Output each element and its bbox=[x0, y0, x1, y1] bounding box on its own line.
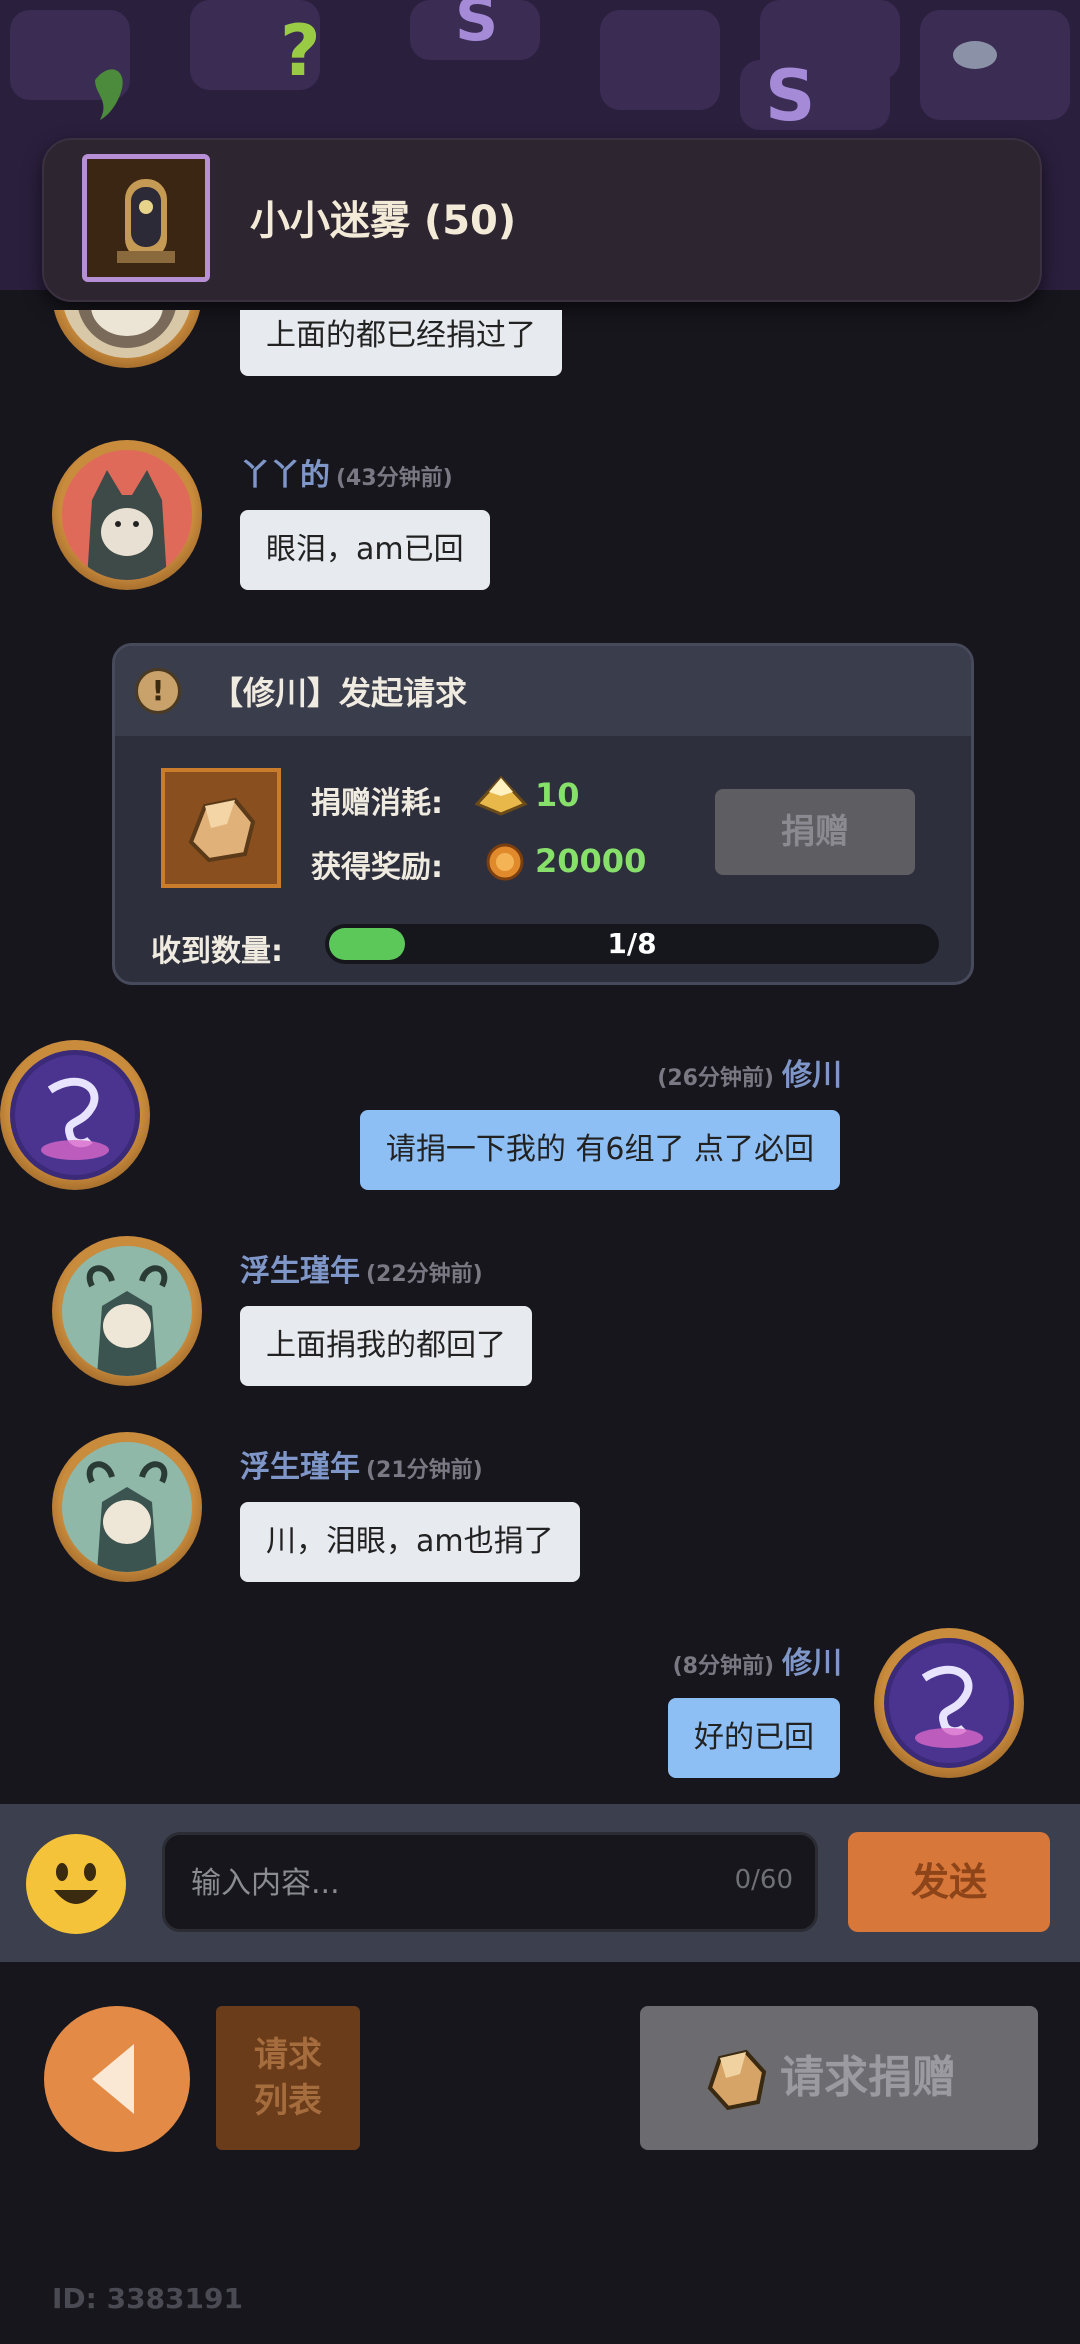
cost-label: 捐赠消耗: bbox=[311, 786, 443, 821]
request-list-button[interactable]: 请求列表 bbox=[216, 2006, 360, 2150]
donation-request-card: ! 【修川】发起请求 捐赠消耗: 10 获得奖励: 20000 捐赠 收到数量:… bbox=[112, 643, 974, 985]
user-avatar[interactable] bbox=[874, 1628, 1024, 1778]
char-count: 0/60 bbox=[734, 1865, 793, 1895]
guild-header: 小小迷雾 (50) bbox=[42, 138, 1042, 302]
guild-emblem-icon[interactable] bbox=[82, 154, 210, 282]
user-avatar[interactable] bbox=[0, 1040, 150, 1190]
received-progress-bar: 1/8 bbox=[325, 924, 939, 964]
back-arrow-icon bbox=[92, 2044, 134, 2114]
user-avatar[interactable] bbox=[52, 1432, 202, 1582]
message-bubble: 眼泪，am已回 bbox=[240, 510, 490, 590]
coin-icon bbox=[486, 843, 524, 881]
message-bubble: 上面的都已经捐过了 bbox=[240, 310, 562, 376]
cost-value: 10 bbox=[535, 776, 580, 814]
sender-line: 丫丫的 (43分钟前) bbox=[240, 450, 453, 494]
ore-icon bbox=[707, 2049, 767, 2111]
message-time: (26分钟前) bbox=[657, 1066, 774, 1091]
user-avatar[interactable] bbox=[52, 440, 202, 590]
send-button[interactable]: 发送 bbox=[848, 1832, 1050, 1932]
reward-value: 20000 bbox=[535, 842, 647, 880]
message-time: (8分钟前) bbox=[672, 1654, 774, 1679]
sender-name[interactable]: 浮生瑾年 bbox=[240, 1254, 360, 1289]
svg-text:?: ? bbox=[280, 10, 321, 92]
donate-button[interactable]: 捐赠 bbox=[715, 789, 915, 875]
message-bubble: 好的已回 bbox=[668, 1698, 840, 1778]
sender-line: 浮生瑾年 (21分钟前) bbox=[240, 1442, 483, 1486]
ore-item-icon bbox=[161, 768, 281, 888]
sender-line: (8分钟前) 修川 bbox=[667, 1638, 842, 1682]
svg-text:S: S bbox=[455, 0, 498, 55]
sender-line: (26分钟前) 修川 bbox=[651, 1050, 842, 1094]
gem-cost-icon bbox=[474, 775, 528, 816]
chat-area[interactable]: 上面的都已经捐过了 丫丫的 (43分钟前) 眼泪，am已回 ! 【修川】发起请求 … bbox=[0, 310, 1080, 1800]
message-input-box[interactable]: 0/60 bbox=[162, 1832, 818, 1932]
received-count: 1/8 bbox=[607, 927, 657, 960]
sender-name[interactable]: 浮生瑾年 bbox=[240, 1450, 360, 1485]
back-button[interactable] bbox=[44, 2006, 190, 2152]
message-time: (43分钟前) bbox=[336, 466, 453, 491]
input-bar: 0/60 发送 bbox=[0, 1804, 1080, 1962]
message-time: (21分钟前) bbox=[366, 1458, 483, 1483]
emoji-icon[interactable] bbox=[26, 1834, 126, 1934]
alert-icon: ! bbox=[135, 668, 181, 714]
svg-text:S: S bbox=[765, 55, 815, 137]
sender-name[interactable]: 修川 bbox=[782, 1058, 842, 1093]
user-id: ID: 3383191 bbox=[52, 2282, 243, 2315]
request-donation-label: 请求捐赠 bbox=[780, 2052, 956, 2103]
reward-label: 获得奖励: bbox=[311, 850, 443, 885]
sender-line: 浮生瑾年 (22分钟前) bbox=[240, 1246, 483, 1290]
user-avatar[interactable] bbox=[52, 1236, 202, 1386]
message-bubble: 川，泪眼，am也捐了 bbox=[240, 1502, 580, 1582]
message-bubble: 请捐一下我的 有6组了 点了必回 bbox=[359, 1110, 840, 1190]
request-donation-button[interactable]: 请求捐赠 bbox=[640, 2006, 1038, 2150]
request-card-header: ! 【修川】发起请求 bbox=[115, 646, 971, 736]
sender-name[interactable]: 修川 bbox=[782, 1646, 842, 1681]
message-input[interactable] bbox=[189, 1835, 693, 1931]
received-label: 收到数量: bbox=[151, 934, 283, 969]
message-bubble: 上面捐我的都回了 bbox=[240, 1306, 532, 1386]
message-time: (22分钟前) bbox=[366, 1262, 483, 1287]
sender-name[interactable]: 丫丫的 bbox=[240, 458, 330, 493]
user-avatar[interactable] bbox=[52, 310, 202, 368]
request-title: 【修川】发起请求 bbox=[211, 674, 468, 712]
guild-name: 小小迷雾 (50) bbox=[250, 198, 517, 244]
